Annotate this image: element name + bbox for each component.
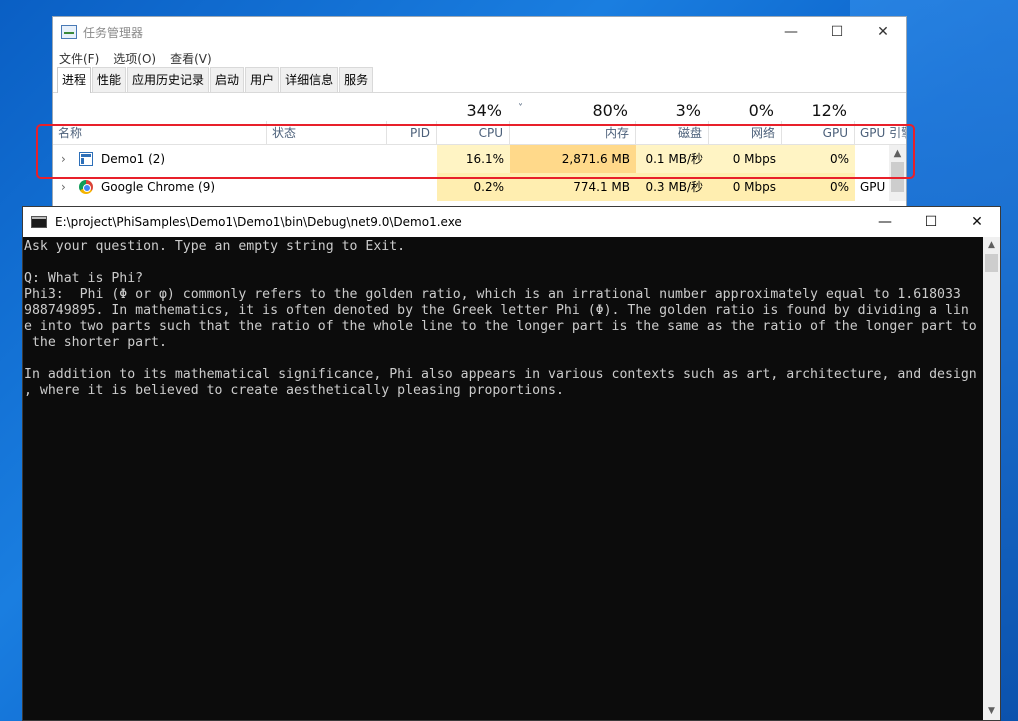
console-scrollbar[interactable]: ▲ ▼ — [983, 237, 1000, 720]
console-app-icon — [79, 152, 93, 166]
tab-services[interactable]: 服务 — [339, 67, 374, 92]
memory-usage-percent: 80% — [592, 101, 628, 120]
cpu-usage-percent: 34% — [466, 101, 502, 120]
minimize-button[interactable]: — — [862, 207, 908, 237]
column-header-status[interactable]: 状态 — [267, 120, 387, 145]
column-header-row: 名称 状态 PID CPU 内存 磁盘 网络 GPU GPU 引擎 — [53, 120, 906, 145]
column-header-gpu-engine[interactable]: GPU 引擎 — [855, 121, 906, 145]
tab-performance[interactable]: 性能 — [92, 67, 127, 92]
console-line: e into two parts such that the ratio of … — [24, 319, 977, 334]
process-cpu: 0.2% — [437, 173, 510, 201]
console-title: E:\project\PhiSamples\Demo1\Demo1\bin\De… — [55, 215, 462, 229]
console-line: 988749895. In mathematics, it is often d… — [24, 303, 969, 318]
process-pid — [387, 145, 437, 173]
console-line: , where it is believed to create aesthet… — [24, 383, 564, 398]
tab-app-history[interactable]: 应用历史记录 — [127, 67, 210, 92]
console-window: E:\project\PhiSamples\Demo1\Demo1\bin\De… — [22, 206, 1001, 721]
tab-processes[interactable]: 进程 — [57, 67, 92, 93]
close-button[interactable]: ✕ — [954, 207, 1000, 237]
console-line: Q: What is Phi? — [24, 271, 144, 286]
column-header-gpu[interactable]: GPU — [782, 120, 855, 145]
column-header-name[interactable]: 名称 — [53, 120, 267, 145]
table-row[interactable]: › Google Chrome (9) 0.2% 774.1 MB 0.3 MB… — [53, 173, 906, 201]
menu-bar: 文件(F) 选项(O) 查看(V) — [53, 47, 906, 69]
column-header-memory[interactable]: 内存 — [510, 120, 636, 145]
gpu-usage-percent: 12% — [811, 101, 847, 120]
window-title: 任务管理器 — [83, 25, 144, 40]
process-gpu: 0% — [782, 173, 855, 201]
tab-users[interactable]: 用户 — [245, 67, 280, 92]
process-disk: 0.1 MB/秒 — [636, 145, 709, 173]
process-network: 0 Mbps — [709, 173, 782, 201]
table-row[interactable]: › Demo1 (2) 16.1% 2,871.6 MB 0.1 MB/秒 0 … — [53, 145, 906, 173]
minimize-button[interactable]: — — [768, 17, 814, 47]
scroll-up-icon[interactable]: ▲ — [889, 145, 906, 162]
menu-file[interactable]: 文件(F) — [59, 50, 99, 67]
console-title-bar[interactable]: E:\project\PhiSamples\Demo1\Demo1\bin\De… — [23, 207, 1000, 237]
process-memory: 2,871.6 MB — [510, 145, 636, 173]
console-line: In addition to its mathematical signific… — [24, 367, 977, 382]
task-manager-window: 任务管理器 — ☐ ✕ 文件(F) 选项(O) 查看(V) 进程 性能 应用历史… — [52, 16, 907, 216]
tab-details[interactable]: 详细信息 — [280, 67, 339, 92]
network-usage-percent: 0% — [748, 101, 774, 120]
close-button[interactable]: ✕ — [860, 17, 906, 47]
maximize-button[interactable]: ☐ — [814, 17, 860, 47]
column-header-cpu[interactable]: CPU — [437, 120, 510, 145]
console-line: Ask your question. Type an empty string … — [24, 239, 406, 254]
console-icon — [31, 216, 47, 228]
scrollbar-thumb[interactable] — [985, 254, 998, 272]
process-cpu: 16.1% — [437, 145, 510, 173]
scroll-down-icon[interactable]: ▼ — [983, 703, 1000, 720]
menu-view[interactable]: 查看(V) — [170, 50, 212, 67]
process-gpu: 0% — [782, 145, 855, 173]
column-header-pid[interactable]: PID — [387, 120, 437, 145]
process-status — [267, 145, 387, 173]
menu-options[interactable]: 选项(O) — [113, 50, 156, 67]
scroll-up-icon[interactable]: ▲ — [983, 237, 1000, 254]
column-header-network[interactable]: 网络 — [709, 120, 782, 145]
scrollbar-thumb[interactable] — [891, 162, 904, 192]
disk-usage-percent: 3% — [675, 101, 701, 120]
maximize-button[interactable]: ☐ — [908, 207, 954, 237]
usage-summary-row: 34% ˅ 80% 3% 0% 12% — [53, 93, 906, 121]
process-memory: 774.1 MB — [510, 173, 636, 201]
task-manager-icon — [61, 25, 77, 39]
tab-startup[interactable]: 启动 — [210, 67, 245, 92]
process-network: 0 Mbps — [709, 145, 782, 173]
process-grid: 34% ˅ 80% 3% 0% 12% 名称 状态 PID CPU 内存 磁盘 … — [53, 93, 906, 201]
console-output[interactable]: Ask your question. Type an empty string … — [23, 237, 983, 720]
process-name: Demo1 (2) — [101, 152, 166, 166]
process-name: Google Chrome (9) — [101, 180, 216, 194]
tab-strip: 进程 性能 应用历史记录 启动 用户 详细信息 服务 — [53, 67, 906, 93]
expand-chevron-icon[interactable]: › — [61, 145, 75, 173]
expand-chevron-icon[interactable]: › — [61, 173, 75, 201]
process-status — [267, 173, 387, 201]
process-pid — [387, 173, 437, 201]
process-list-scrollbar[interactable]: ▲ — [889, 145, 906, 201]
sort-chevron-icon: ˅ — [518, 103, 523, 114]
column-header-disk[interactable]: 磁盘 — [636, 120, 709, 145]
console-line: the shorter part. — [24, 335, 167, 350]
console-line: Phi3: Phi (Φ or φ) commonly refers to th… — [24, 287, 961, 302]
process-disk: 0.3 MB/秒 — [636, 173, 709, 201]
title-bar[interactable]: 任务管理器 — ☐ ✕ — [53, 17, 906, 47]
chrome-icon — [79, 180, 93, 194]
